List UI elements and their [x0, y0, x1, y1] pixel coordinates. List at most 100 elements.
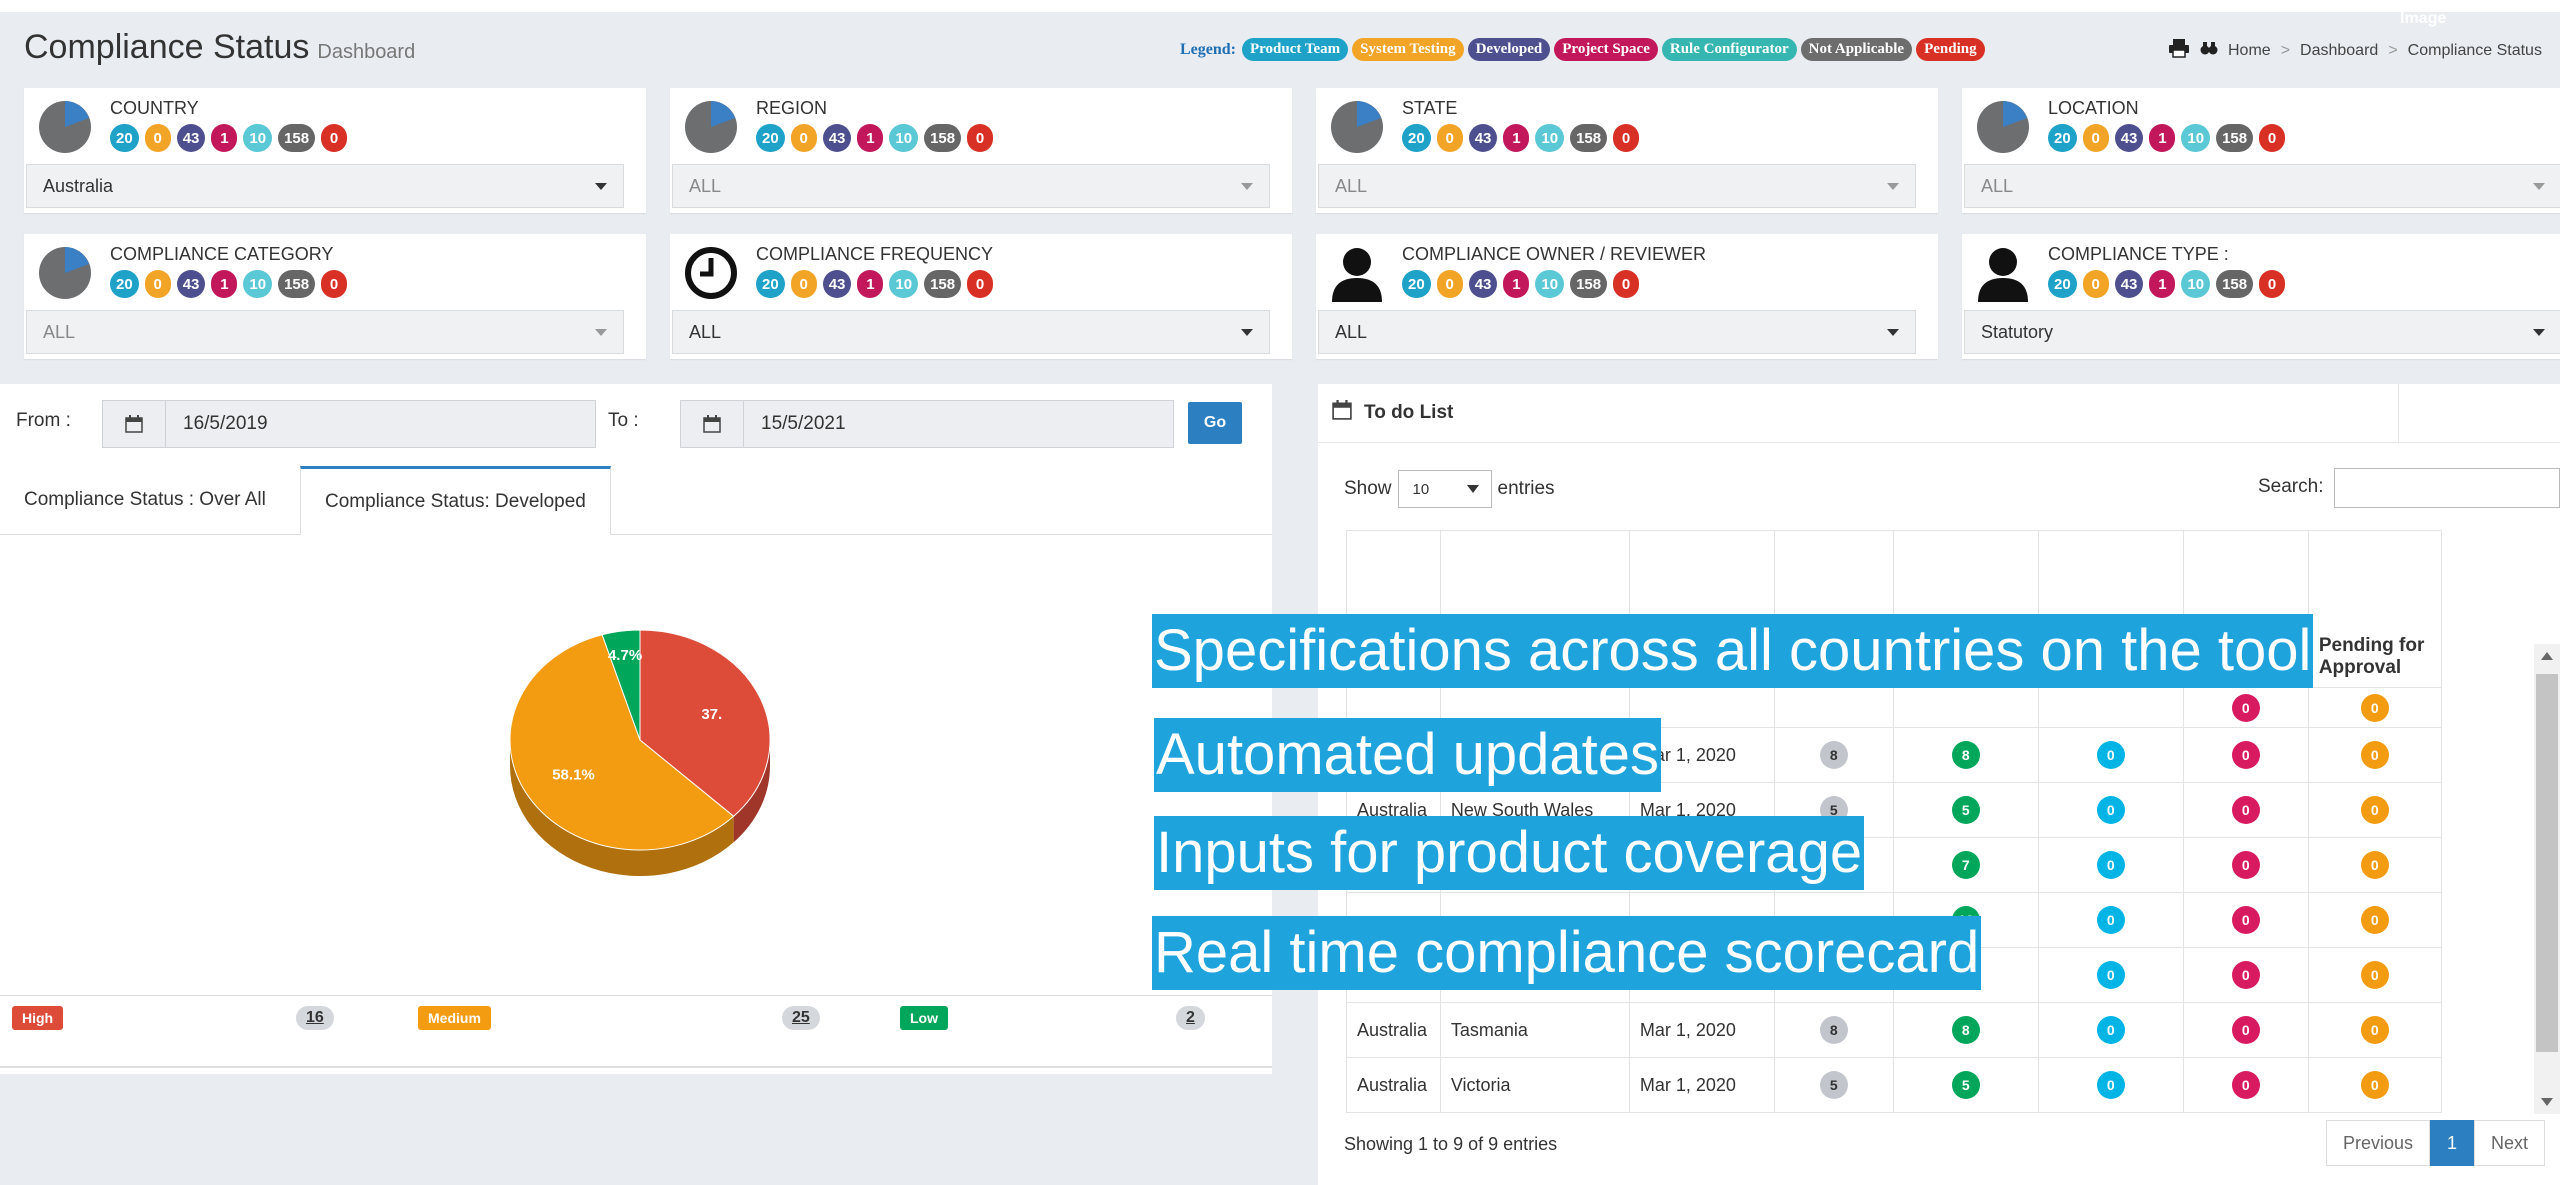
- count-badge[interactable]: 20: [2048, 124, 2077, 152]
- page-button[interactable]: 1: [2430, 1120, 2475, 1166]
- search-input[interactable]: [2334, 468, 2560, 508]
- count-badge[interactable]: 43: [176, 124, 206, 152]
- pending-badge[interactable]: 0: [2231, 741, 2260, 769]
- count-badge[interactable]: 10: [1535, 124, 1565, 152]
- upcoming-badge[interactable]: 0: [2096, 961, 2125, 989]
- approval-badge[interactable]: 0: [2360, 741, 2389, 769]
- completed-badge[interactable]: 8: [1951, 1016, 1980, 1044]
- approval-badge[interactable]: 0: [2360, 906, 2389, 934]
- priority-medium-count[interactable]: 25: [782, 1006, 820, 1030]
- count-badge[interactable]: 158: [1570, 270, 1608, 298]
- upcoming-badge[interactable]: 0: [2096, 851, 2125, 879]
- total-badge[interactable]: 8: [1819, 741, 1848, 769]
- print-icon[interactable]: [2168, 38, 2190, 63]
- priority-low-count[interactable]: 2: [1176, 1006, 1205, 1030]
- count-badge[interactable]: 20: [110, 124, 139, 152]
- count-badge[interactable]: 0: [1436, 270, 1463, 298]
- priority-high-count[interactable]: 16: [296, 1006, 334, 1030]
- count-badge[interactable]: 43: [2114, 270, 2144, 298]
- upcoming-badge[interactable]: 0: [2096, 906, 2125, 934]
- filter-select[interactable]: ALL: [1318, 164, 1916, 208]
- count-badge[interactable]: 1: [857, 124, 884, 152]
- filter-select[interactable]: Statutory: [1964, 310, 2560, 354]
- count-badge[interactable]: 0: [2082, 124, 2109, 152]
- count-badge[interactable]: 43: [1468, 270, 1498, 298]
- count-badge[interactable]: 20: [110, 270, 139, 298]
- count-badge[interactable]: 20: [756, 270, 785, 298]
- count-badge[interactable]: 1: [1503, 124, 1530, 152]
- col-pending-approval[interactable]: Pending for Approval: [2307, 530, 2442, 688]
- count-badge[interactable]: 0: [144, 270, 171, 298]
- scroll-thumb[interactable]: [2536, 674, 2558, 1052]
- approval-badge[interactable]: 0: [2360, 796, 2389, 824]
- filter-select[interactable]: ALL: [26, 310, 624, 354]
- count-badge[interactable]: 43: [1468, 124, 1498, 152]
- count-badge[interactable]: 20: [1402, 270, 1431, 298]
- upcoming-badge[interactable]: 0: [2096, 1071, 2125, 1099]
- approval-badge[interactable]: 0: [2360, 1071, 2389, 1099]
- filter-select[interactable]: Australia: [26, 164, 624, 208]
- previous-button[interactable]: Previous: [2326, 1120, 2431, 1166]
- approval-badge[interactable]: 0: [2360, 1016, 2389, 1044]
- count-badge[interactable]: 10: [243, 270, 273, 298]
- table-row[interactable]: Australia Tasmania Mar 1, 2020 8 8 0 0 0: [1346, 1002, 2442, 1058]
- count-badge[interactable]: 20: [756, 124, 785, 152]
- count-badge[interactable]: 43: [822, 270, 852, 298]
- count-badge[interactable]: 1: [2149, 124, 2176, 152]
- pending-badge[interactable]: 0: [2231, 906, 2260, 934]
- count-badge[interactable]: 43: [176, 270, 206, 298]
- count-badge[interactable]: 10: [1535, 270, 1565, 298]
- count-badge[interactable]: 10: [243, 124, 273, 152]
- filter-select[interactable]: ALL: [1964, 164, 2560, 208]
- go-button[interactable]: Go: [1188, 402, 1242, 444]
- count-badge[interactable]: 0: [790, 270, 817, 298]
- count-badge[interactable]: 0: [2259, 270, 2286, 298]
- breadcrumb-dashboard[interactable]: Dashboard: [2300, 42, 2378, 60]
- count-badge[interactable]: 0: [967, 124, 994, 152]
- approval-badge[interactable]: 0: [2360, 851, 2389, 879]
- count-badge[interactable]: 1: [1503, 270, 1530, 298]
- count-badge[interactable]: 0: [790, 124, 817, 152]
- count-badge[interactable]: 158: [2216, 270, 2254, 298]
- count-badge[interactable]: 0: [321, 270, 348, 298]
- count-badge[interactable]: 10: [889, 124, 919, 152]
- count-badge[interactable]: 0: [1613, 270, 1640, 298]
- count-badge[interactable]: 10: [2181, 270, 2211, 298]
- count-badge[interactable]: 0: [967, 270, 994, 298]
- count-badge[interactable]: 158: [2216, 124, 2254, 152]
- count-badge[interactable]: 0: [1436, 124, 1463, 152]
- table-row[interactable]: Australia Victoria Mar 1, 2020 5 5 0 0 0: [1346, 1057, 2442, 1113]
- count-badge[interactable]: 158: [924, 124, 962, 152]
- completed-badge[interactable]: 5: [1951, 1071, 1980, 1099]
- count-badge[interactable]: 10: [889, 270, 919, 298]
- table-scrollbar[interactable]: [2534, 644, 2560, 1114]
- pending-badge[interactable]: 0: [2231, 796, 2260, 824]
- completed-badge[interactable]: 8: [1951, 741, 1980, 769]
- count-badge[interactable]: 20: [1402, 124, 1431, 152]
- pending-badge[interactable]: 0: [2231, 961, 2260, 989]
- filter-select[interactable]: ALL: [1318, 310, 1916, 354]
- from-date-field[interactable]: 16/5/2019: [102, 400, 596, 448]
- upcoming-badge[interactable]: 0: [2096, 796, 2125, 824]
- filter-select[interactable]: ALL: [672, 310, 1270, 354]
- tab-developed[interactable]: Compliance Status: Developed: [300, 466, 611, 535]
- count-badge[interactable]: 0: [2259, 124, 2286, 152]
- count-badge[interactable]: 1: [211, 270, 238, 298]
- approval-badge[interactable]: 0: [2360, 693, 2389, 722]
- count-badge[interactable]: 158: [924, 270, 962, 298]
- count-badge[interactable]: 10: [2181, 124, 2211, 152]
- calendar-icon[interactable]: [681, 401, 744, 447]
- total-badge[interactable]: 8: [1819, 1016, 1848, 1044]
- breadcrumb-home[interactable]: Home: [2228, 42, 2271, 60]
- count-badge[interactable]: 1: [2149, 270, 2176, 298]
- page-length-select[interactable]: 10: [1397, 470, 1492, 508]
- count-badge[interactable]: 0: [1613, 124, 1640, 152]
- upcoming-badge[interactable]: 0: [2096, 1016, 2125, 1044]
- total-badge[interactable]: 5: [1819, 1071, 1848, 1099]
- pending-badge[interactable]: 0: [2231, 1071, 2260, 1099]
- count-badge[interactable]: 1: [857, 270, 884, 298]
- count-badge[interactable]: 43: [822, 124, 852, 152]
- count-badge[interactable]: 0: [2082, 270, 2109, 298]
- pending-badge[interactable]: 0: [2231, 851, 2260, 879]
- scroll-up-icon[interactable]: [2541, 652, 2553, 660]
